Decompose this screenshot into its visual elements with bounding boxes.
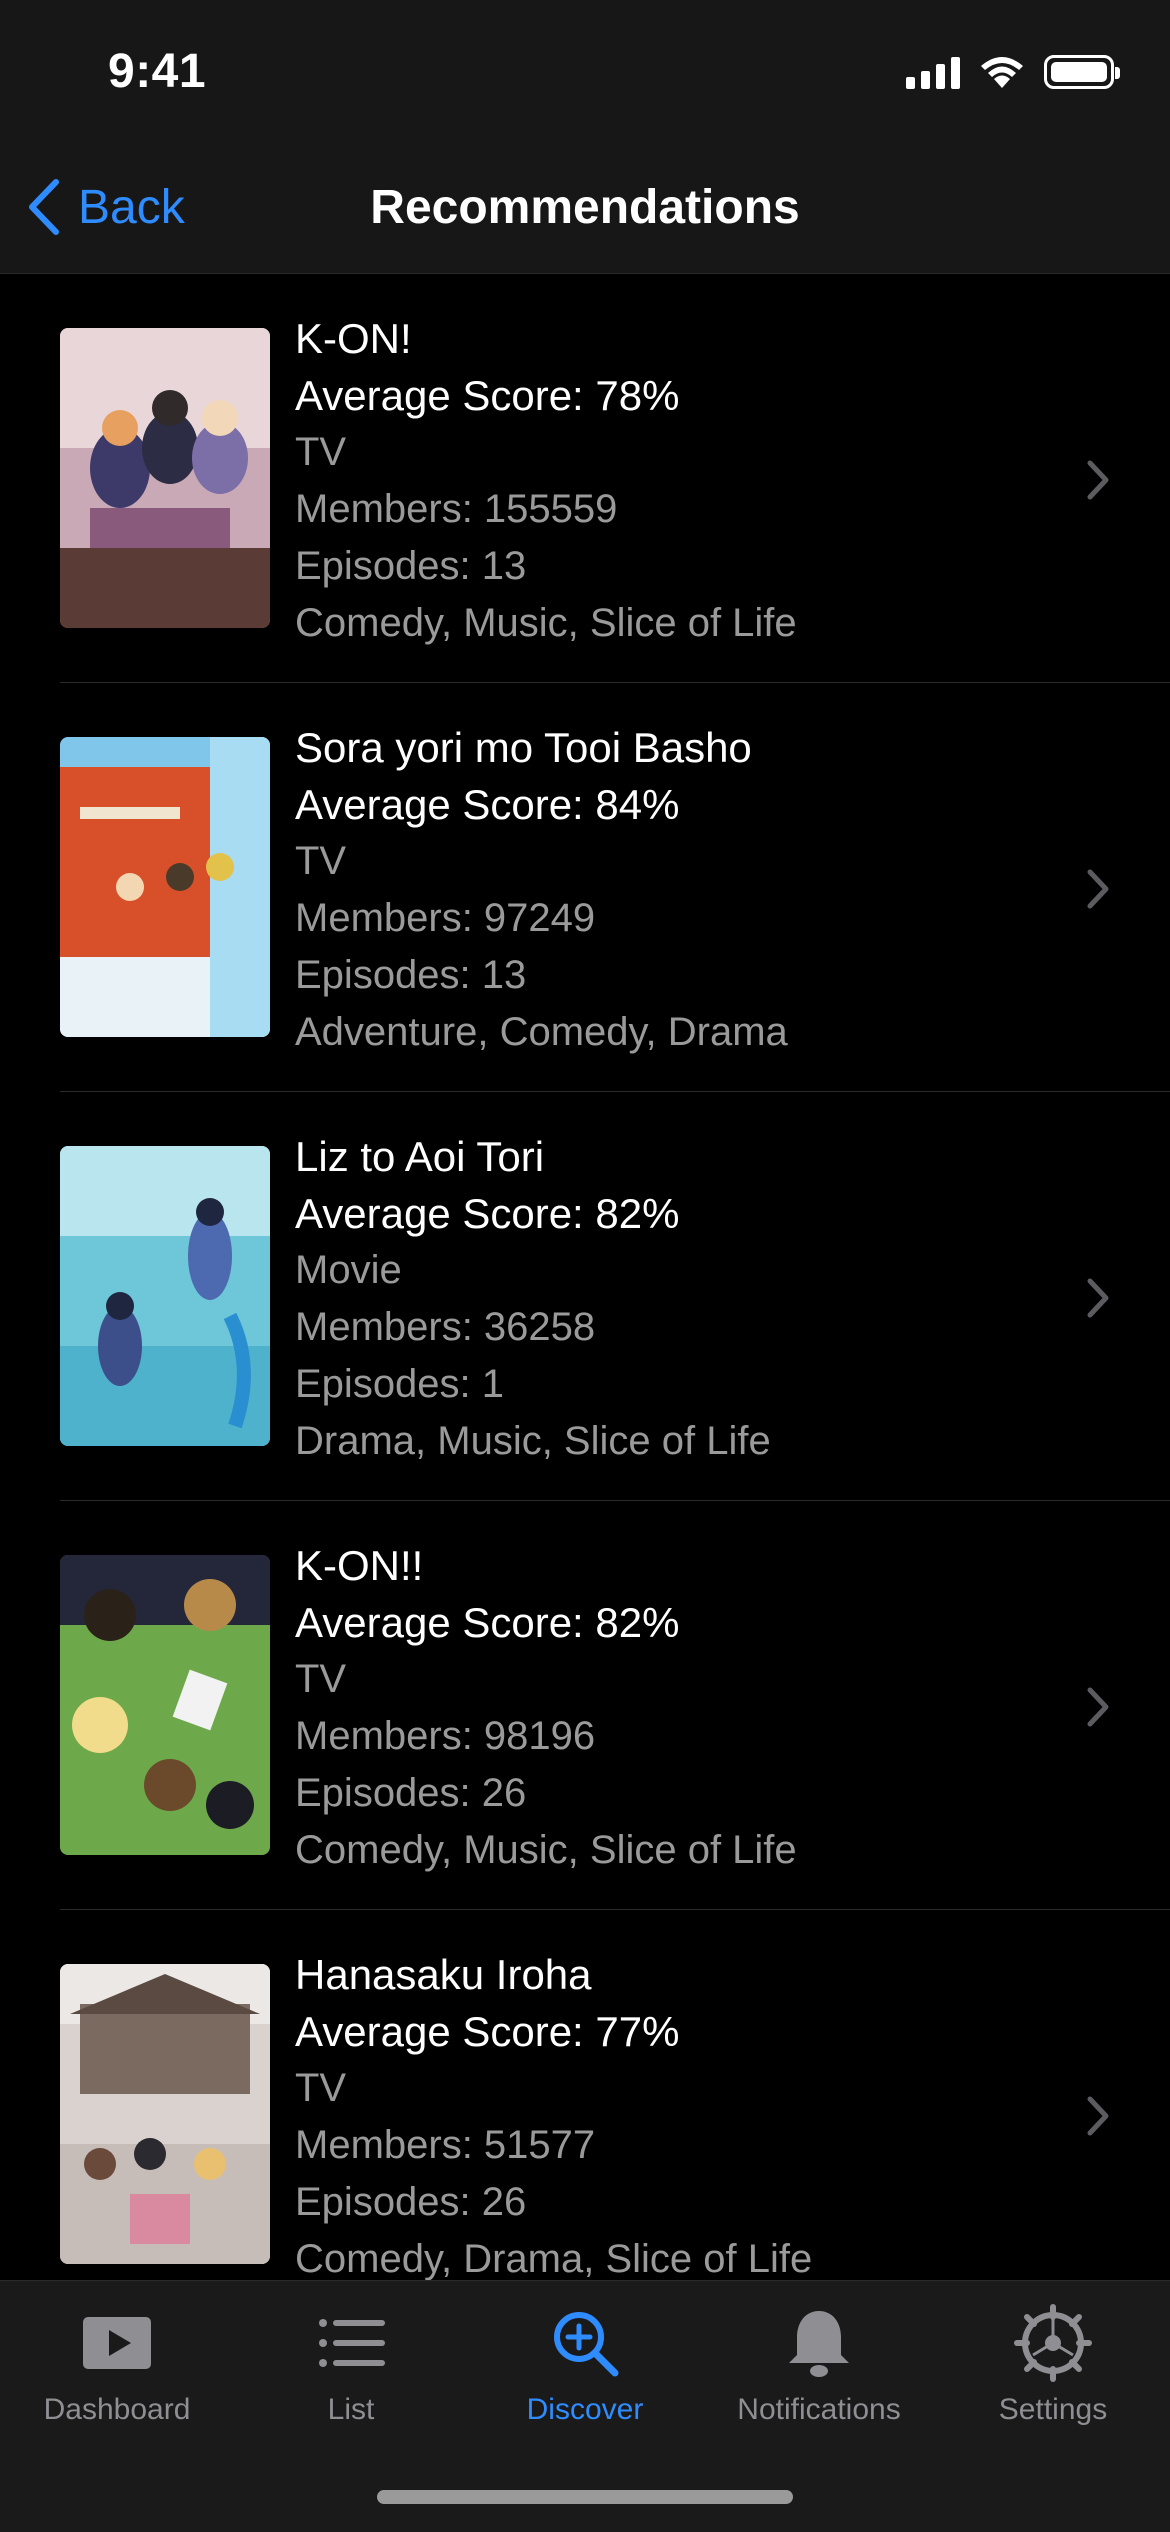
- list-item[interactable]: K-ON!! Average Score: 82% TV Members: 98…: [60, 1501, 1170, 1910]
- average-score: Average Score: 77%: [295, 2008, 680, 2055]
- list-item[interactable]: K-ON! Average Score: 78% TV Members: 155…: [60, 274, 1170, 683]
- tab-label: Dashboard: [43, 2393, 191, 2426]
- anime-title: Hanasaku Iroha: [295, 1951, 592, 1998]
- anime-title: Liz to Aoi Tori: [295, 1133, 545, 1180]
- tab-discover[interactable]: Discover: [468, 2303, 702, 2453]
- row-details: Liz to Aoi Tori Average Score: 82% Movie…: [295, 1128, 771, 1470]
- genres: Comedy, Music, Slice of Life: [295, 601, 797, 645]
- format: TV: [295, 1657, 347, 1701]
- status-bar: 9:41: [0, 0, 1170, 150]
- status-icons: [906, 54, 1120, 90]
- members-count: Members: 155559: [295, 487, 618, 531]
- row-details: K-ON!! Average Score: 82% TV Members: 98…: [295, 1537, 797, 1879]
- anime-title: K-ON!!: [295, 1542, 424, 1589]
- chevron-right-icon: [1087, 869, 1109, 909]
- episode-count: Episodes: 26: [295, 2180, 527, 2224]
- navigation-bar: Back Recommendations: [0, 150, 1170, 274]
- average-score: Average Score: 84%: [295, 781, 680, 828]
- wifi-icon: [981, 57, 1023, 88]
- anime-title: Sora yori mo Tooi Basho: [295, 724, 752, 771]
- list-item[interactable]: Liz to Aoi Tori Average Score: 82% Movie…: [60, 1092, 1170, 1501]
- genres: Comedy, Music, Slice of Life: [295, 1828, 797, 1872]
- format: Movie: [295, 1248, 402, 1292]
- average-score: Average Score: 82%: [295, 1190, 680, 1237]
- episode-count: Episodes: 26: [295, 1771, 527, 1815]
- format: TV: [295, 2066, 347, 2110]
- chevron-right-icon: [1087, 1278, 1109, 1318]
- row-details: K-ON! Average Score: 78% TV Members: 155…: [295, 310, 797, 652]
- gear-icon: [1014, 2304, 1092, 2382]
- tab-label: Notifications: [737, 2393, 901, 2426]
- row-details: Hanasaku Iroha Average Score: 77% TV Mem…: [295, 1946, 812, 2280]
- tab-label: List: [327, 2393, 375, 2426]
- list-icon: [319, 2319, 385, 2367]
- anime-cover-image: [60, 1964, 270, 2264]
- members-count: Members: 97249: [295, 896, 596, 940]
- average-score: Average Score: 78%: [295, 372, 680, 419]
- bell-icon: [789, 2311, 849, 2377]
- chevron-right-icon: [1087, 1687, 1109, 1727]
- episode-count: Episodes: 13: [295, 953, 527, 997]
- episode-count: Episodes: 1: [295, 1362, 505, 1406]
- genres: Drama, Music, Slice of Life: [295, 1419, 771, 1463]
- tab-list[interactable]: List: [234, 2303, 468, 2453]
- members-count: Members: 36258: [295, 1305, 596, 1349]
- cellular-signal-icon: [906, 55, 960, 89]
- anime-cover-image: [60, 1146, 270, 1446]
- chevron-right-icon: [1087, 460, 1109, 500]
- episode-count: Episodes: 13: [295, 544, 527, 588]
- battery-icon: [1044, 55, 1120, 89]
- chevron-right-icon: [1087, 2096, 1109, 2136]
- anime-title: K-ON!: [295, 315, 412, 362]
- anime-cover-image: [60, 737, 270, 1037]
- status-time: 9:41: [108, 45, 207, 98]
- members-count: Members: 98196: [295, 1714, 596, 1758]
- tab-dashboard[interactable]: Dashboard: [0, 2303, 234, 2453]
- anime-cover-image: [60, 328, 270, 628]
- list-item[interactable]: Hanasaku Iroha Average Score: 77% TV Mem…: [60, 1910, 1170, 2280]
- format: TV: [295, 430, 347, 474]
- members-count: Members: 51577: [295, 2123, 596, 2167]
- genres: Adventure, Comedy, Drama: [295, 1010, 788, 1054]
- average-score: Average Score: 82%: [295, 1599, 680, 1646]
- home-indicator: [377, 2490, 793, 2504]
- tab-label: Settings: [998, 2393, 1108, 2426]
- tab-settings[interactable]: Settings: [936, 2303, 1170, 2453]
- row-details: Sora yori mo Tooi Basho Average Score: 8…: [295, 719, 788, 1061]
- tab-notifications[interactable]: Notifications: [702, 2303, 936, 2453]
- tab-label: Discover: [526, 2393, 644, 2426]
- format: TV: [295, 839, 347, 883]
- recommendations-list: K-ON! Average Score: 78% TV Members: 155…: [0, 274, 1170, 2280]
- list-item[interactable]: Sora yori mo Tooi Basho Average Score: 8…: [60, 683, 1170, 1092]
- play-icon: [83, 2317, 151, 2369]
- anime-cover-image: [60, 1555, 270, 1855]
- genres: Comedy, Drama, Slice of Life: [295, 2237, 813, 2280]
- magnify-plus-icon: [554, 2312, 619, 2377]
- page-title: Recommendations: [370, 181, 800, 234]
